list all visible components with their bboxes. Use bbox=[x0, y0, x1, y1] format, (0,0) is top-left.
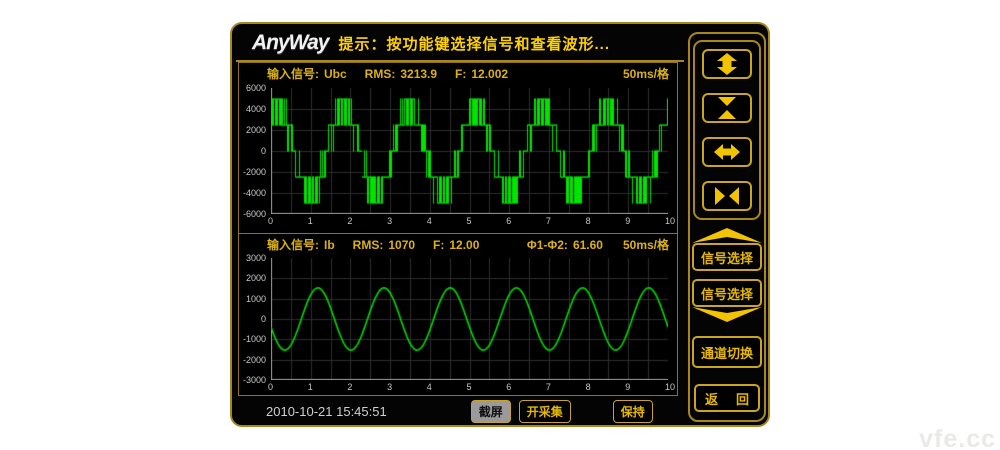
x-tick-label: 0 bbox=[268, 216, 273, 226]
start-acquisition-button[interactable]: 开采集 bbox=[519, 400, 571, 423]
waveform-panel: 输入信号: Ubc RMS: 3213.9 F: 12.002 50ms/格 6… bbox=[238, 62, 678, 396]
y-tick-label: -2000 bbox=[239, 355, 266, 365]
y-tick-label: 2000 bbox=[239, 125, 266, 135]
x-tick-label: 8 bbox=[586, 216, 591, 226]
x-tick-label: 3 bbox=[387, 216, 392, 226]
signal-name: Ubc bbox=[324, 67, 347, 81]
x-tick-label: 3 bbox=[387, 382, 392, 392]
y-tick-label: 2000 bbox=[239, 273, 266, 283]
y-tick-label: 1000 bbox=[239, 294, 266, 304]
timebase-label: 50ms/格 bbox=[623, 65, 669, 82]
vfe-watermark: vfe.cc bbox=[919, 425, 996, 450]
header-bar: AnyWay 提示：按功能键选择信号和查看波形... bbox=[236, 26, 684, 62]
expand-vertical-icon bbox=[715, 53, 739, 75]
signal-select-up-label: 信号选择 bbox=[692, 243, 762, 271]
signal-select-down-label: 信号选择 bbox=[692, 279, 762, 307]
x-tick-label: 9 bbox=[625, 382, 630, 392]
y-tick-label: -3000 bbox=[239, 375, 266, 385]
signal-select-down-button[interactable]: 信号选择 bbox=[692, 279, 762, 322]
compress-horizontal-icon bbox=[714, 186, 740, 206]
signal-name: Ib bbox=[324, 238, 335, 252]
bottom-bar: 2010-10-21 15:45:51 截屏 开采集 保持 bbox=[238, 398, 678, 424]
freq-value: 12.002 bbox=[471, 67, 508, 81]
signal-select-up-button[interactable]: 信号选择 bbox=[692, 228, 762, 271]
y-tick-label: 4000 bbox=[239, 104, 266, 114]
return-button[interactable]: 返 回 bbox=[694, 384, 760, 412]
compress-vertical-icon bbox=[715, 97, 739, 119]
rms-label: RMS: bbox=[365, 67, 396, 81]
waveform-plot-ib bbox=[271, 258, 668, 380]
y-tick-label: -6000 bbox=[239, 209, 266, 219]
x-tick-label: 1 bbox=[308, 382, 313, 392]
timebase-label: 50ms/格 bbox=[623, 236, 669, 253]
y-tick-label: 3000 bbox=[239, 253, 266, 263]
horizontal-compress-button[interactable] bbox=[702, 181, 752, 211]
x-tick-label: 5 bbox=[467, 382, 472, 392]
page-background: AnyWay 提示：按功能键选择信号和查看波形... 输入信号: Ubc RMS… bbox=[0, 0, 1000, 450]
arrow-up-icon bbox=[692, 228, 762, 243]
x-tick-label: 2 bbox=[347, 216, 352, 226]
x-tick-label: 1 bbox=[308, 216, 313, 226]
signal-label: 输入信号: bbox=[267, 236, 319, 253]
y-tick-label: -4000 bbox=[239, 188, 266, 198]
timestamp: 2010-10-21 15:45:51 bbox=[266, 404, 387, 419]
horizontal-expand-button[interactable] bbox=[702, 137, 752, 167]
rms-value: 3213.9 bbox=[400, 67, 437, 81]
x-tick-label: 6 bbox=[506, 382, 511, 392]
chart-header-ubc: 输入信号: Ubc RMS: 3213.9 F: 12.002 50ms/格 bbox=[239, 63, 677, 84]
phase-label: Φ1-Φ2: bbox=[527, 238, 568, 252]
hold-button[interactable]: 保持 bbox=[613, 400, 653, 423]
x-tick-label: 7 bbox=[546, 216, 551, 226]
waveform-plot-ubc bbox=[271, 88, 668, 214]
screenshot-button[interactable]: 截屏 bbox=[471, 400, 511, 423]
tip-message: 提示：按功能键选择信号和查看波形... bbox=[338, 33, 610, 54]
chart-header-ib: 输入信号: Ib RMS: 1070 F: 12.00 Φ1-Φ2: 61.60… bbox=[239, 234, 677, 255]
y-tick-label: 0 bbox=[239, 146, 266, 156]
y-tick-label: -1000 bbox=[239, 334, 266, 344]
signal-label: 输入信号: bbox=[267, 65, 319, 82]
chart-section-ubc: 输入信号: Ubc RMS: 3213.9 F: 12.002 50ms/格 6… bbox=[239, 63, 677, 234]
y-tick-label: 0 bbox=[239, 314, 266, 324]
arrow-down-icon bbox=[692, 307, 762, 322]
freq-value: 12.00 bbox=[449, 238, 479, 252]
zoom-button-group bbox=[693, 40, 761, 220]
x-tick-label: 10 bbox=[665, 216, 675, 226]
y-tick-label: -2000 bbox=[239, 167, 266, 177]
y-tick-label: 6000 bbox=[239, 83, 266, 93]
x-tick-label: 7 bbox=[546, 382, 551, 392]
rms-label: RMS: bbox=[353, 238, 384, 252]
x-tick-label: 5 bbox=[467, 216, 472, 226]
anyway-logo: AnyWay bbox=[252, 31, 328, 55]
return-label-left: 返 bbox=[705, 389, 718, 408]
freq-label: F: bbox=[455, 67, 466, 81]
x-tick-label: 4 bbox=[427, 216, 432, 226]
rms-value: 1070 bbox=[388, 238, 415, 252]
x-tick-label: 9 bbox=[625, 216, 630, 226]
vertical-compress-button[interactable] bbox=[702, 93, 752, 123]
phase-value: 61.60 bbox=[573, 238, 603, 252]
analyzer-screen: AnyWay 提示：按功能键选择信号和查看波形... 输入信号: Ubc RMS… bbox=[230, 22, 770, 427]
x-tick-label: 8 bbox=[586, 382, 591, 392]
return-label-right: 回 bbox=[736, 389, 749, 408]
channel-switch-button[interactable]: 通道切换 bbox=[692, 336, 762, 368]
softkey-panel: 信号选择 信号选择 通道切换 返 回 bbox=[688, 32, 766, 422]
x-tick-label: 0 bbox=[268, 382, 273, 392]
vertical-expand-button[interactable] bbox=[702, 49, 752, 79]
freq-label: F: bbox=[433, 238, 444, 252]
x-tick-label: 2 bbox=[347, 382, 352, 392]
x-tick-label: 6 bbox=[506, 216, 511, 226]
x-tick-label: 10 bbox=[665, 382, 675, 392]
expand-horizontal-icon bbox=[714, 142, 740, 162]
x-tick-label: 4 bbox=[427, 382, 432, 392]
chart-section-ib: 输入信号: Ib RMS: 1070 F: 12.00 Φ1-Φ2: 61.60… bbox=[239, 234, 677, 395]
